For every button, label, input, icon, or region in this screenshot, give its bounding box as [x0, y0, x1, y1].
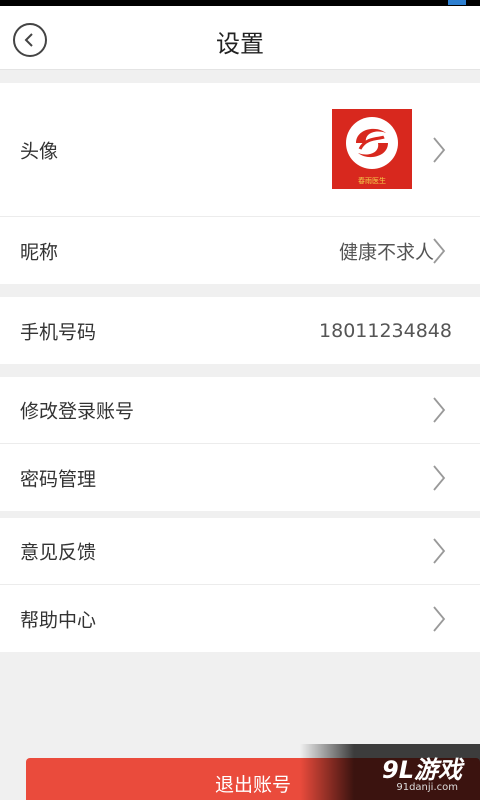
avatar-label: 头像 — [20, 140, 59, 162]
account-group: 修改登录账号 密码管理 — [0, 377, 480, 511]
help-label: 帮助中心 — [20, 609, 97, 631]
chevron-right-icon — [433, 605, 446, 632]
watermark-logo: 9L游戏 — [382, 756, 462, 784]
change-login-row[interactable]: 修改登录账号 — [0, 377, 480, 444]
phone-row: 手机号码 18011234848 — [0, 297, 480, 364]
phone-label: 手机号码 — [20, 321, 97, 343]
app-header: 设置 — [0, 6, 480, 70]
chevron-right-icon — [433, 237, 446, 264]
feedback-row[interactable]: 意见反馈 — [0, 518, 480, 585]
avatar[interactable]: 春雨医生 — [332, 109, 412, 189]
help-row[interactable]: 帮助中心 — [0, 585, 480, 652]
password-label: 密码管理 — [20, 468, 97, 490]
nickname-value: 健康不求人 — [338, 241, 434, 263]
avatar-logo-icon — [346, 117, 398, 169]
avatar-caption: 春雨医生 — [332, 176, 412, 186]
chevron-right-icon — [433, 464, 446, 491]
watermark-url: 91danji.com — [396, 782, 458, 793]
page-title: 设置 — [216, 30, 264, 58]
feedback-label: 意见反馈 — [20, 541, 97, 564]
nickname-label: 昵称 — [20, 241, 59, 263]
password-row[interactable]: 密码管理 — [0, 444, 480, 511]
change-login-label: 修改登录账号 — [20, 400, 135, 423]
watermark: 9L游戏 91danji.com — [300, 744, 480, 800]
chevron-right-icon — [433, 397, 446, 423]
chevron-right-icon — [433, 538, 446, 564]
phone-value: 18011234848 — [319, 319, 452, 342]
chevron-right-icon — [433, 136, 446, 163]
profile-group: 头像 春雨医生 昵称 健康不求人 — [0, 83, 480, 284]
battery-icon — [448, 0, 466, 5]
phone-group: 手机号码 18011234848 — [0, 297, 480, 364]
support-group: 意见反馈 帮助中心 — [0, 518, 480, 652]
nickname-row[interactable]: 昵称 健康不求人 — [0, 217, 480, 284]
avatar-row[interactable]: 头像 春雨医生 — [0, 83, 480, 217]
